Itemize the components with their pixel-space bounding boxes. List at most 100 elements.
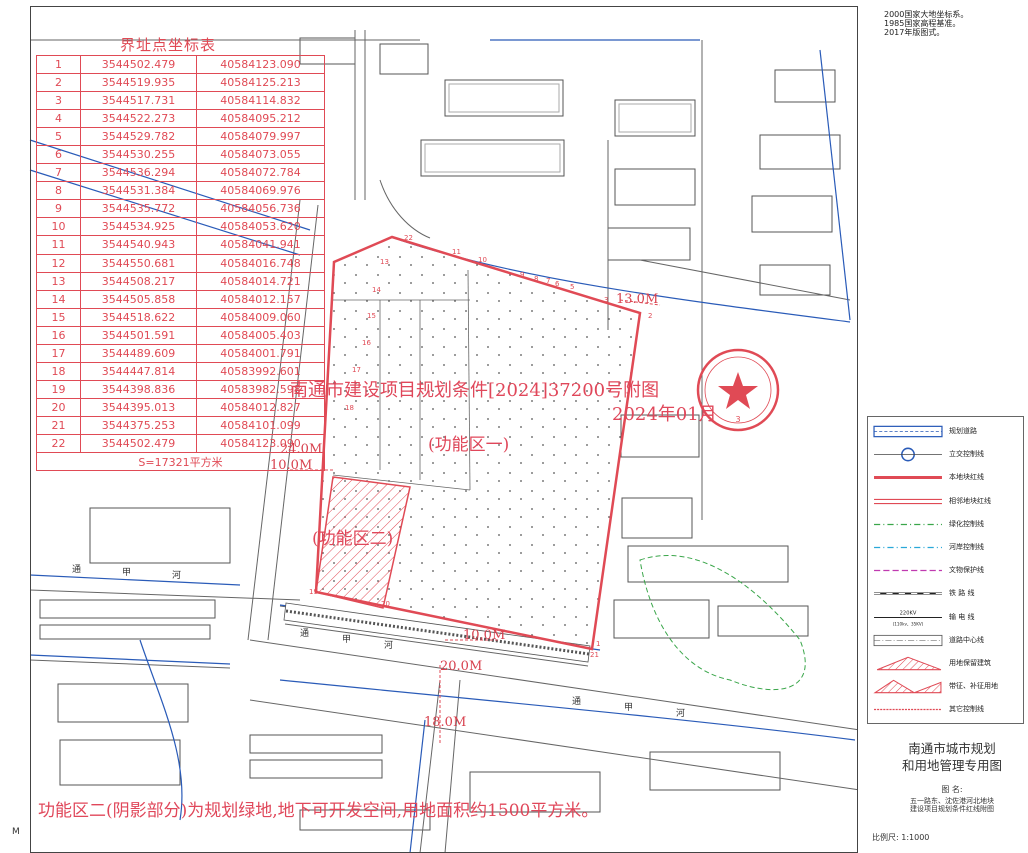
coord-row: 6 3544530.255 40584073.055: [36, 145, 325, 165]
legend-item: 绿化控制线: [871, 513, 1023, 536]
y-coordinate: 40584053.620: [196, 217, 325, 237]
side-mark: M: [12, 827, 20, 837]
legend-symbol-red-thick: [874, 476, 942, 480]
coord-row: 14 3544505.858 40584012.157: [36, 289, 325, 309]
legend-item: 文物保护线: [871, 559, 1023, 582]
legend-symbol-red-dot: [874, 709, 942, 711]
coord-row: 7 3544536.294 40584072.784: [36, 163, 325, 183]
coord-row: 20 3544395.013 40584012.827: [36, 397, 325, 417]
authority-line: 和用地管理专用图: [901, 758, 1002, 773]
legend-symbol-cyan-dash: [874, 546, 942, 549]
coord-table: 1 3544502.479 40584123.090 2 3544519.935 4058…: [36, 54, 325, 472]
y-coordinate: 40584114.832: [196, 91, 325, 111]
point-number: 20: [36, 397, 81, 417]
legend-label: 立交控制线: [949, 450, 984, 459]
y-coordinate: 40584125.213: [196, 73, 325, 93]
point-number: 17: [36, 343, 81, 363]
coord-row: 2 3544519.935 40584125.213: [36, 73, 325, 93]
point-number: 14: [36, 289, 81, 309]
power-label: 220KV: [900, 610, 917, 616]
point-number: 16: [36, 325, 81, 345]
y-coordinate: 40584123.090: [196, 54, 325, 75]
coord-row: 12 3544550.681 40584016.748: [36, 253, 325, 273]
note-line: 2017年版图式。: [884, 28, 945, 37]
legend-symbol-circle: [874, 447, 942, 462]
legend-item: 相邻地块红线: [871, 490, 1023, 513]
x-coordinate: 3544531.384: [80, 181, 197, 201]
legend-label: 相邻地块红线: [949, 496, 991, 505]
x-coordinate: 3544540.943: [80, 235, 197, 255]
legend-label: 输 电 线: [949, 612, 975, 621]
dim-label: 24.0M: [280, 442, 323, 457]
plan-title-annotation: 南通市建设项目规划条件[2024]37200号附图: [290, 380, 660, 401]
y-coordinate: 40584069.976: [196, 181, 325, 201]
coord-row: 21 3544375.253 40584101.099: [36, 415, 325, 435]
point-number: 19: [36, 379, 81, 399]
point-number: 22: [36, 433, 81, 454]
x-coordinate: 3544505.858: [80, 289, 197, 309]
road-label: 河: [172, 571, 182, 581]
legend-symbol-hatch2: [873, 679, 942, 694]
y-coordinate: 40584101.099: [196, 415, 325, 435]
road-label: 通: [572, 697, 582, 707]
road-label: 通: [72, 565, 82, 575]
x-coordinate: 3544534.925: [80, 217, 197, 237]
y-coordinate: 40584072.784: [196, 163, 325, 183]
plan-date-annotation: 2024年01月: [612, 404, 717, 425]
legend-label: 其它控制线: [949, 705, 984, 714]
legend-item: 其它控制线: [871, 698, 1023, 721]
x-coordinate: 3544536.294: [80, 163, 197, 183]
legend-item: 规划道路: [871, 420, 1023, 443]
legend-item: 河岸控制线: [871, 536, 1023, 559]
legend-item: 道路中心线: [871, 629, 1023, 652]
coord-row: 19 3544398.836 40583982.598: [36, 379, 325, 399]
legend-symbol-center: [873, 634, 943, 646]
legend-symbol-road: [873, 425, 943, 438]
y-coordinate: 40584079.997: [196, 127, 325, 147]
legend-label: 规划道路: [949, 427, 977, 435]
road-label: 河: [384, 641, 394, 651]
legend-label: 文物保护线: [949, 566, 984, 575]
legend-label: 用地保留建筑: [949, 658, 991, 667]
legend-symbol-hatch: [876, 656, 942, 671]
point-number: 1: [36, 54, 81, 75]
legend-item: 220KV (110kv、35KV) 输 电 线: [871, 606, 1023, 629]
coord-row: 10 3544534.925 40584053.620: [36, 217, 325, 237]
note-line: 1985国家高程基准。: [884, 19, 961, 28]
point-number: 10: [36, 217, 81, 237]
coord-row: 8 3544531.384 40584069.976: [36, 181, 325, 201]
x-coordinate: 3544375.253: [80, 415, 197, 435]
point-number: 18: [36, 361, 81, 381]
x-coordinate: 3544517.731: [80, 91, 197, 111]
point-number: 3: [36, 91, 81, 111]
coord-row: 15 3544518.622 40584009.060: [36, 307, 325, 327]
x-coordinate: 3544395.013: [80, 397, 197, 417]
x-coordinate: 3544398.836: [80, 379, 197, 399]
x-coordinate: 3544530.255: [80, 145, 197, 165]
figure-name-line: 五一路东、沈佐港河北地块: [910, 797, 994, 805]
dim-label: 13.0M: [616, 292, 659, 307]
point-number: 9: [36, 199, 81, 219]
authority-title: 南通市城市规划 和用地管理专用图: [884, 740, 1020, 774]
y-coordinate: 40584012.157: [196, 289, 325, 309]
y-coordinate: 40584041.941: [196, 235, 325, 255]
y-coordinate: 40584001.791: [196, 343, 325, 363]
point-number: 4: [36, 109, 81, 129]
coord-row: 18 3544447.814 40583992.601: [36, 361, 325, 381]
road-label: 甲: [342, 635, 352, 645]
dim-label: 10.0M: [270, 458, 313, 473]
coord-row: 16 3544501.591 40584005.403: [36, 325, 325, 345]
x-coordinate: 3544502.479: [80, 433, 197, 454]
legend-item: 本地块红线: [871, 466, 1023, 489]
x-coordinate: 3544529.782: [80, 127, 197, 147]
y-coordinate: 40584016.748: [196, 253, 325, 273]
legend-symbol-red-double: [874, 498, 942, 504]
dim-label: 18.0M: [424, 715, 467, 730]
dim-label: 10.0M: [463, 628, 506, 643]
authority-line: 南通市城市规划: [908, 741, 996, 756]
x-coordinate: 3544508.217: [80, 271, 197, 291]
zone-one-label: (功能区一): [428, 435, 510, 455]
legend: 规划道路 立交控制线 本地块红线 相邻地块红线 绿化控制线 河岸控制线 文物保护线铁 路 线…: [871, 420, 1023, 721]
scale-label: 比例尺: 1:1000: [872, 833, 930, 842]
point-number: 7: [36, 163, 81, 183]
